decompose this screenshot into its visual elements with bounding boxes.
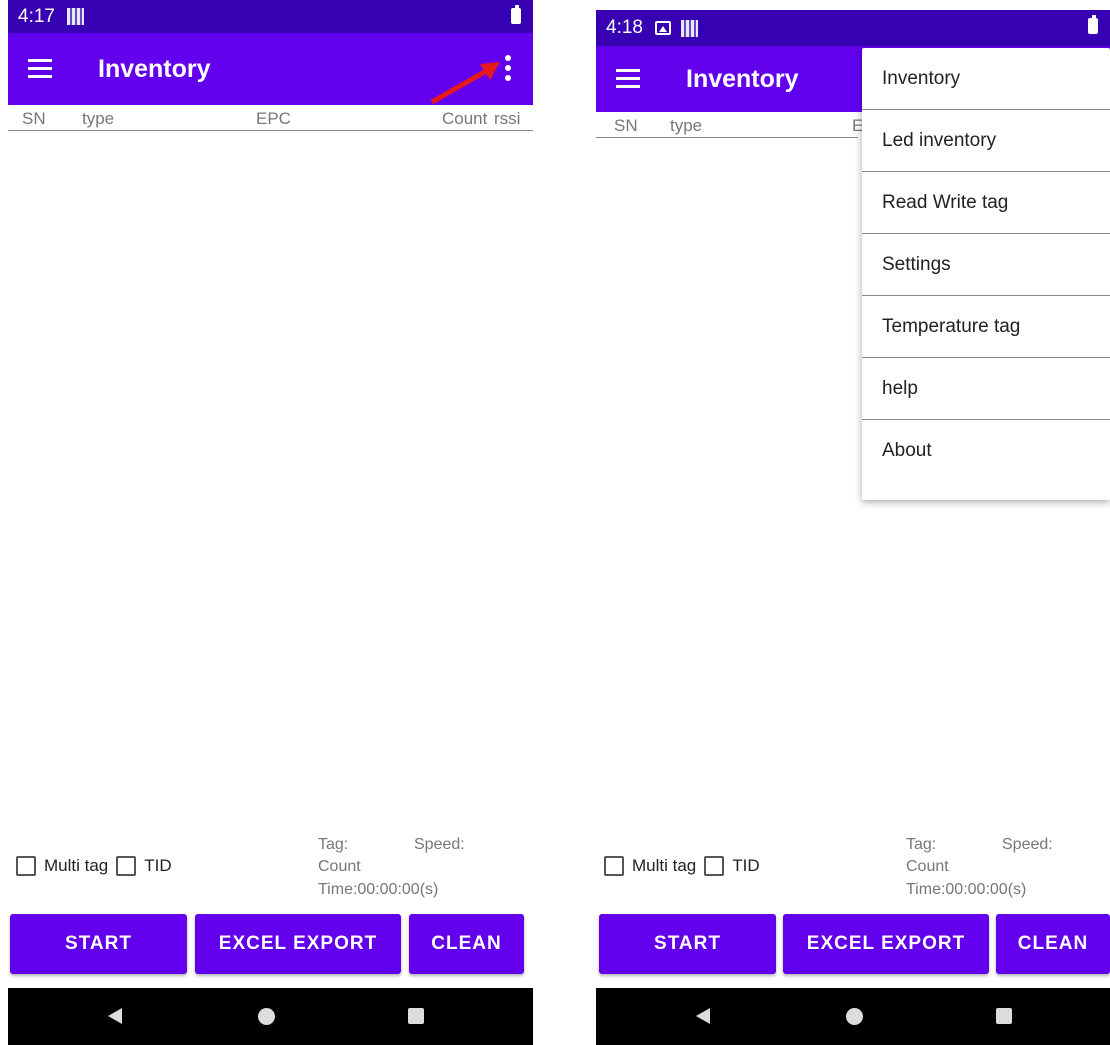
tid-checkbox[interactable] — [116, 856, 137, 876]
menu-item-settings[interactable]: Settings — [862, 234, 1110, 296]
multi-tag-checkbox[interactable] — [604, 856, 624, 876]
clean-button[interactable]: CLEAN — [409, 914, 524, 974]
start-button[interactable]: START — [10, 914, 187, 974]
phone-screen-right: 4:18 Inventory SN type E Multi tag TID T… — [596, 0, 1110, 1045]
column-epc: EPC — [256, 109, 291, 128]
tid-label: TID — [144, 856, 172, 875]
battery-icon — [511, 5, 521, 24]
back-icon[interactable] — [108, 1008, 122, 1024]
multi-tag-label: Multi tag — [44, 856, 109, 875]
speed-label: Speed: — [1002, 836, 1053, 853]
page-title: Inventory — [98, 54, 211, 83]
excel-export-button[interactable]: EXCEL EXPORT — [783, 914, 989, 974]
battery-icon — [1088, 15, 1098, 34]
phone-screen-left: 4:17 Inventory SN type EPC Count rssi Mu… — [8, 0, 533, 1045]
excel-export-button[interactable]: EXCEL EXPORT — [195, 914, 401, 974]
menu-item-about[interactable]: About — [862, 420, 1110, 482]
menu-item-inventory[interactable]: Inventory — [862, 48, 1110, 110]
column-type: type — [670, 116, 703, 135]
navigation-bar — [596, 988, 1110, 1045]
table-header: SN type EPC Count rssi — [8, 106, 533, 131]
tag-count-label: Tag: — [906, 836, 937, 853]
status-time: 4:17 — [18, 5, 55, 27]
home-icon[interactable] — [846, 1008, 863, 1025]
status-time: 4:18 — [606, 17, 643, 38]
column-type: type — [82, 109, 115, 128]
status-bar: 4:17 — [8, 0, 533, 33]
menu-item-help[interactable]: help — [862, 358, 1110, 420]
count-label: Count — [318, 858, 361, 875]
menu-icon[interactable] — [616, 69, 644, 89]
recent-apps-icon[interactable] — [996, 1008, 1012, 1024]
image-icon — [654, 21, 671, 35]
tid-checkbox[interactable] — [704, 856, 725, 876]
multi-tag-label: Multi tag — [632, 856, 697, 875]
start-button[interactable]: START — [599, 914, 776, 974]
time-label: Time:00:00:00(s) — [318, 881, 439, 898]
clean-button[interactable]: CLEAN — [996, 914, 1110, 974]
menu-item-led-inventory[interactable]: Led inventory — [862, 110, 1110, 172]
navigation-bar — [8, 988, 533, 1045]
page-title: Inventory — [686, 64, 799, 93]
column-sn: SN — [22, 109, 46, 128]
menu-item-read-write-tag[interactable]: Read Write tag — [862, 172, 1110, 234]
qr-code-icon — [66, 8, 84, 25]
speed-label: Speed: — [414, 836, 465, 853]
table-header: SN type E — [596, 113, 863, 138]
column-count: Count — [442, 109, 488, 128]
tag-count-label: Tag: — [318, 836, 349, 853]
multi-tag-checkbox[interactable] — [16, 856, 36, 876]
time-label: Time:00:00:00(s) — [906, 881, 1027, 898]
menu-item-temperature-tag[interactable]: Temperature tag — [862, 296, 1110, 358]
qr-code-icon — [680, 19, 698, 37]
overflow-menu: Inventory Led inventory Read Write tag S… — [862, 48, 1110, 500]
home-icon[interactable] — [258, 1008, 275, 1025]
tid-label: TID — [732, 856, 760, 875]
count-label: Count — [906, 858, 949, 875]
menu-icon[interactable] — [28, 59, 56, 79]
column-rssi: rssi — [494, 109, 521, 128]
back-icon[interactable] — [696, 1008, 710, 1024]
status-bar: 4:18 — [596, 10, 1110, 46]
recent-apps-icon[interactable] — [408, 1008, 424, 1024]
annotation-arrow — [430, 62, 500, 105]
column-sn: SN — [614, 116, 638, 135]
